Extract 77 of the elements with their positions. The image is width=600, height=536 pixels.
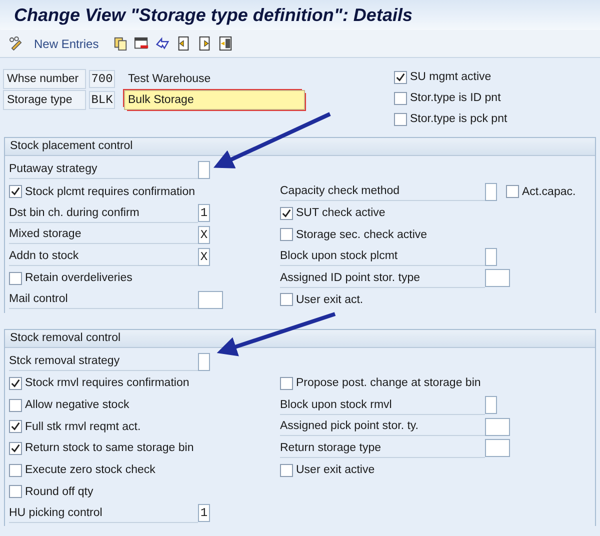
group-title: Stock removal control [5,330,595,348]
field-label: Capacity check method [280,182,485,202]
window-title: Change View "Storage type definition": Details [14,4,412,26]
input-field[interactable]: X [198,248,210,266]
description-input-field[interactable]: Bulk Storage [124,90,305,110]
input-field[interactable] [198,352,210,371]
checkbox-label: Allow negative stock [25,399,130,412]
group-title: Stock placement control [5,138,595,156]
checkbox-label: Propose post. change at storage bin [296,377,481,390]
checkbox-label: Round off qty [25,486,94,498]
checkbox-label: SU mgmt active [410,71,492,83]
input-field[interactable] [485,269,510,288]
field-label: Assigned ID point stor. type [280,268,485,288]
checkbox[interactable] [280,293,293,306]
checkbox[interactable] [394,112,407,126]
input-field[interactable] [198,290,223,309]
delete-icon[interactable] [134,36,149,51]
input-field[interactable] [485,248,497,266]
input-field[interactable]: 1 [198,504,210,522]
pencil-icon[interactable] [9,36,24,51]
field-label: Storage type [3,90,86,110]
checkbox[interactable] [9,485,22,498]
checkbox-label: Stor.type is ID pnt [410,92,501,104]
checkbox-label: Return stock to same storage bin [25,442,194,454]
field-label: Block upon stock plcmt [280,247,485,266]
checkbox-label: Stock plcmt requires confirmation [25,186,196,198]
previous-page-icon[interactable] [176,36,191,51]
checkbox-label: Stock rmvl requires confirmation [25,377,190,390]
input-field[interactable] [485,182,497,201]
checkbox[interactable] [9,464,22,477]
field-label: Return storage type [280,438,485,458]
input-field[interactable] [485,396,497,414]
checkbox[interactable] [394,70,407,84]
field-label: HU picking control [9,504,198,523]
checkbox[interactable] [9,185,22,198]
field-label: Block upon stock rmvl [280,396,485,415]
checkbox[interactable] [394,92,407,104]
input-field[interactable]: X [198,226,210,244]
checkbox[interactable] [9,376,22,390]
input-field[interactable]: 1 [198,204,210,222]
checkbox-label: Act.capac. [522,186,576,198]
checkbox[interactable] [280,376,293,390]
checkbox[interactable] [280,228,293,242]
checkbox-label: User exit active [296,464,375,476]
checkbox-label: Storage sec. check active [296,228,428,241]
checkbox[interactable] [280,464,293,477]
new-entries-button[interactable]: New Entries [30,36,107,50]
field-label: Addn to stock [9,247,198,266]
checkbox[interactable] [9,442,22,455]
checkbox-label: Retain overdeliveries [25,272,132,284]
field-label: Dst bin ch. during confirm [9,204,198,223]
checkbox[interactable] [280,206,293,220]
checkbox-label: User exit act. [296,294,364,306]
checkbox-label: Stor.type is pck pnt [410,113,508,125]
field-label: Mixed storage [9,225,198,244]
field-label: Stck removal strategy [9,352,198,372]
list-icon[interactable] [218,36,233,51]
input-field[interactable] [485,418,510,436]
undo-icon[interactable] [154,36,170,51]
field-label: Mail control [9,290,198,310]
input-field[interactable] [198,160,210,179]
copy-icon[interactable] [112,36,128,51]
checkbox-label: Execute zero stock check [25,464,156,476]
input-field[interactable] [485,439,510,458]
checkbox[interactable] [9,420,22,434]
field-label: Putaway strategy [9,160,198,180]
field-label: Assigned pick point stor. ty. [280,417,485,436]
checkbox-label: SUT check active [296,207,386,220]
next-page-icon[interactable] [196,36,212,51]
checkbox-label: Full stk rmvl reqmt act. [25,420,141,433]
checkbox[interactable] [506,185,519,198]
storage-type-field: BLK [89,90,115,108]
warehouse-description: Test Warehouse [128,72,211,84]
field-label: Whse number [3,68,86,88]
checkbox[interactable] [9,272,22,285]
checkbox[interactable] [9,398,22,412]
warehouse-number-field: 700 [89,70,115,88]
